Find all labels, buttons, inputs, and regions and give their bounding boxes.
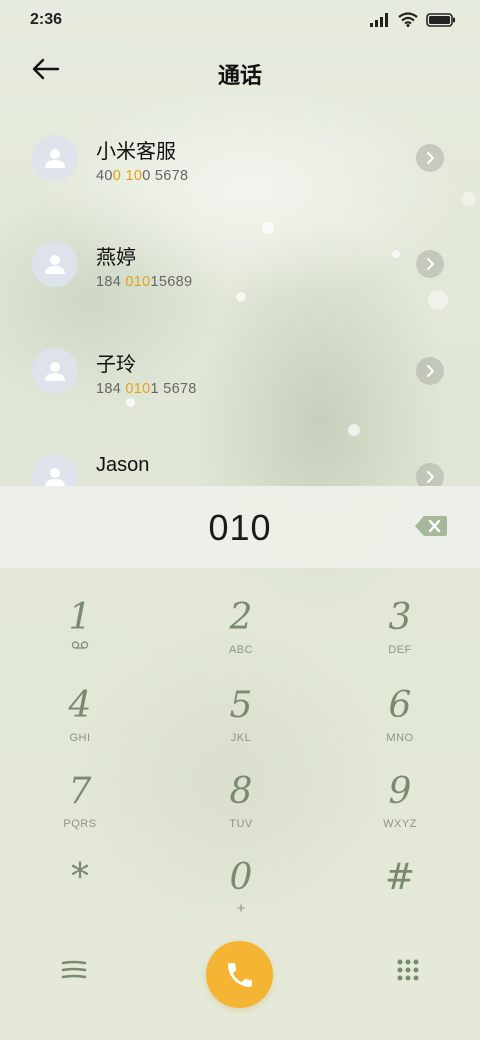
contact-name: Jason [96, 454, 150, 476]
number-segment: 184 [96, 274, 126, 290]
backspace-icon [415, 516, 447, 536]
avatar [32, 454, 78, 486]
contact-item[interactable]: 子玲 184 0101 5678 [0, 348, 480, 448]
key-7[interactable]: 7 PQRS [20, 772, 140, 852]
key-digit: * [71, 857, 89, 898]
person-icon [45, 362, 65, 381]
chevron-right-icon [427, 258, 434, 270]
status-time: 2:36 [30, 11, 63, 28]
dialpad-grid-icon [397, 959, 419, 981]
key-5[interactable]: 5 JKL [181, 686, 301, 766]
number-segment: 40 [96, 168, 113, 184]
contact-detail-button[interactable] [416, 250, 444, 278]
key-letters: WXYZ [383, 818, 417, 830]
contact-item[interactable]: Jason [0, 454, 480, 486]
contact-item[interactable]: 小米客服 400 100 5678 [0, 135, 480, 235]
key-letters: ABC [228, 644, 254, 656]
key-2[interactable]: 2 ABC [181, 598, 301, 678]
person-icon [45, 468, 65, 486]
contact-detail-button[interactable] [416, 357, 444, 385]
dialpad-toggle-button[interactable] [390, 952, 426, 988]
contact-detail-button[interactable] [416, 463, 444, 486]
number-segment: 1 5678 [150, 381, 197, 397]
phone-icon [227, 962, 252, 987]
key-digit: # [384, 857, 416, 898]
key-digit: 2 [229, 597, 253, 638]
key-digit: 7 [68, 771, 92, 812]
number-segment: 15689 [150, 274, 193, 290]
key-digit: 1 [68, 597, 92, 638]
dialed-number[interactable]: 010 [0, 507, 480, 549]
status-bar: 2:36 [0, 0, 480, 40]
avatar [32, 241, 78, 287]
number-segment: 0 5678 [142, 168, 189, 184]
key-3[interactable]: 3 DEF [340, 598, 460, 678]
chevron-right-icon [427, 152, 434, 164]
person-icon [45, 255, 65, 274]
key-letters: PQRS [63, 818, 97, 830]
battery-icon [426, 12, 455, 27]
contact-name: 燕婷 [96, 247, 136, 269]
match-highlight: 10 [125, 168, 143, 184]
number-segment: 184 [96, 381, 126, 397]
key-6[interactable]: 6 MNO [340, 686, 460, 766]
status-icons [370, 12, 456, 27]
key-0[interactable]: 0 + [181, 858, 301, 938]
contact-name: 子玲 [96, 354, 136, 376]
key-digit: 9 [388, 771, 412, 812]
key-digit: 5 [229, 685, 253, 726]
key-digit: 3 [388, 597, 412, 638]
call-button[interactable] [206, 941, 273, 1008]
menu-icon [61, 960, 87, 979]
chevron-right-icon [427, 365, 434, 377]
match-highlight: 0 [112, 168, 122, 184]
contact-number: 184 01015689 [96, 274, 192, 290]
match-highlight: 010 [125, 274, 151, 290]
key-letters: MNO [386, 732, 414, 744]
voicemail-icon [71, 641, 89, 649]
key-letters: GHI [69, 732, 91, 744]
chevron-right-icon [427, 471, 434, 483]
key-star[interactable]: * [20, 858, 140, 938]
page-title: 通话 [217, 63, 262, 88]
contact-number: 400 100 5678 [96, 168, 188, 184]
key-digit: 8 [229, 771, 253, 812]
key-letters: DEF [388, 644, 412, 656]
key-letters: TUV [229, 818, 253, 830]
delete-button[interactable] [414, 515, 448, 537]
avatar [32, 135, 78, 181]
header: 通话 [0, 40, 480, 100]
contact-list: 小米客服 400 100 5678 燕婷 184 01015689 子玲 184… [0, 100, 480, 486]
dial-input-bar: 010 [0, 486, 480, 568]
key-9[interactable]: 9 WXYZ [340, 772, 460, 852]
signal-icon [370, 12, 388, 27]
key-8[interactable]: 8 TUV [181, 772, 301, 852]
person-icon [45, 149, 65, 168]
key-digit: 0 [229, 857, 253, 898]
key-4[interactable]: 4 GHI [20, 686, 140, 766]
wifi-icon [398, 12, 418, 27]
contact-detail-button[interactable] [416, 144, 444, 172]
key-digit: 6 [388, 685, 412, 726]
key-hash[interactable]: # [340, 858, 460, 938]
avatar [32, 348, 78, 394]
key-letters: + [236, 900, 246, 917]
contact-number: 184 0101 5678 [96, 381, 197, 397]
match-highlight: 010 [125, 381, 151, 397]
key-digit: 4 [68, 685, 92, 726]
menu-button[interactable] [56, 954, 92, 986]
key-letters: JKL [230, 732, 252, 744]
contact-item[interactable]: 燕婷 184 01015689 [0, 241, 480, 341]
key-1[interactable]: 1 [20, 598, 140, 678]
contact-name: 小米客服 [96, 141, 176, 163]
